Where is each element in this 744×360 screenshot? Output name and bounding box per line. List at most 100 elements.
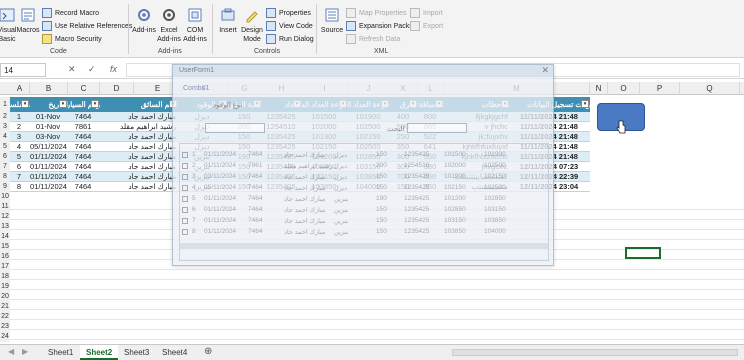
row-header-22[interactable]: 22 bbox=[0, 312, 10, 322]
filter-dropdown-icon[interactable]: ▾ bbox=[581, 100, 589, 108]
cancel-icon[interactable]: ✕ bbox=[68, 64, 76, 75]
userform-dialog[interactable]: UserForm1 ✕ Combo1 البحث نوع الوقود 1 01/… bbox=[172, 64, 554, 266]
dialog-list-row[interactable]: 1 01/11/2024 7464 مبارك احمد جاد ديزل 150 1235… bbox=[180, 150, 548, 160]
row-header-2[interactable]: 2 bbox=[0, 112, 10, 122]
add-sheet-icon[interactable]: ⊕ bbox=[204, 346, 212, 357]
checkbox[interactable] bbox=[182, 229, 188, 235]
column-header-n[interactable]: N bbox=[590, 82, 608, 95]
expansion-packs-button[interactable]: Expansion Packs bbox=[346, 21, 413, 31]
table-header-cell[interactable]: اسم السائق▾ bbox=[100, 97, 178, 112]
table-header-cell[interactable]: مسلسل▾ bbox=[10, 97, 30, 112]
table-cell[interactable]: 7464 bbox=[68, 162, 100, 172]
map-properties-button[interactable]: Map Properties bbox=[346, 8, 406, 18]
table-cell[interactable]: 01-Nov bbox=[30, 112, 68, 122]
table-cell[interactable]: 7464 bbox=[68, 142, 100, 152]
column-header-c[interactable]: C bbox=[68, 82, 100, 95]
table-cell[interactable]: 7464 bbox=[68, 182, 100, 192]
table-cell[interactable]: 01-Nov bbox=[30, 122, 68, 132]
scroll-left-icon[interactable]: ◀ bbox=[8, 347, 14, 356]
row-header-8[interactable]: 8 bbox=[0, 172, 10, 182]
row-header-3[interactable]: 3 bbox=[0, 122, 10, 132]
table-cell[interactable]: 6 bbox=[10, 162, 30, 172]
table-cell[interactable]: 7 bbox=[10, 172, 30, 182]
row-header-17[interactable]: 17 bbox=[0, 262, 10, 272]
import-button[interactable]: Import bbox=[410, 8, 443, 18]
table-cell[interactable]: مبارك احمد جاد bbox=[100, 182, 178, 192]
row-header-19[interactable]: 19 bbox=[0, 282, 10, 292]
row-header-15[interactable]: 15 bbox=[0, 242, 10, 252]
selected-cell[interactable] bbox=[625, 247, 661, 259]
table-cell[interactable]: مبارك احمد جاد bbox=[100, 142, 178, 152]
table-cell[interactable]: 7464 bbox=[68, 172, 100, 182]
row-header-1[interactable]: 1 bbox=[0, 97, 10, 112]
dialog-list-row[interactable]: 3 03/11/2024 7464 مبارك احمد جاد ديزل 150 1235… bbox=[180, 172, 548, 182]
checkbox[interactable] bbox=[182, 174, 188, 180]
sheet-tab-sheet3[interactable]: Sheet3 bbox=[118, 345, 155, 360]
column-header-a[interactable]: A bbox=[10, 82, 30, 95]
macros-button[interactable]: Macros bbox=[14, 6, 42, 35]
checkbox[interactable] bbox=[182, 152, 188, 158]
table-cell[interactable]: 05/11/2024 bbox=[30, 142, 68, 152]
table-cell[interactable]: مبارك احمد جاد bbox=[100, 162, 178, 172]
checkbox[interactable] bbox=[182, 163, 188, 169]
refresh-data-button[interactable]: Refresh Data bbox=[346, 34, 400, 44]
column-header-d[interactable]: D bbox=[100, 82, 134, 95]
checkbox[interactable] bbox=[182, 196, 188, 202]
enter-icon[interactable]: ✓ bbox=[88, 64, 96, 75]
table-cell[interactable]: 8 bbox=[10, 182, 30, 192]
dialog-list-row[interactable]: 2 01/11/2024 7861 رشيد ابراهيم مقلد ديزل 200 1… bbox=[180, 161, 548, 171]
table-header-cell[interactable]: التاريخ▾ bbox=[30, 97, 68, 112]
table-cell[interactable]: 7464 bbox=[68, 132, 100, 142]
row-header-21[interactable]: 21 bbox=[0, 302, 10, 312]
checkbox[interactable] bbox=[182, 207, 188, 213]
design-mode-button[interactable]: Design Mode bbox=[240, 6, 264, 44]
column-header-o[interactable]: O bbox=[608, 82, 640, 95]
dialog-list-row[interactable]: 6 01/11/2024 7464 مبارك احمد جاد بنزين 150 123… bbox=[180, 205, 548, 215]
filter-dropdown-icon[interactable]: ▾ bbox=[59, 100, 67, 108]
table-cell[interactable]: 01/11/2024 bbox=[30, 152, 68, 162]
table-cell[interactable]: مبارك احمد جاد bbox=[100, 132, 178, 142]
properties-button[interactable]: Properties bbox=[266, 8, 311, 18]
com-add-ins-button[interactable]: COM Add-ins bbox=[182, 6, 208, 44]
sheet-tab-sheet2[interactable]: Sheet2 bbox=[80, 345, 119, 360]
dialog-list-row[interactable]: 4 05/11/2024 7464 مبارك احمد جاد ديزل 150 1235… bbox=[180, 183, 548, 193]
row-header-4[interactable]: 4 bbox=[0, 132, 10, 142]
row-header-16[interactable]: 16 bbox=[0, 252, 10, 262]
row-header-12[interactable]: 12 bbox=[0, 212, 10, 222]
run-dialog-button[interactable]: Run Dialog bbox=[266, 34, 314, 44]
column-header-p[interactable]: P bbox=[640, 82, 680, 95]
table-cell[interactable]: 3 bbox=[10, 132, 30, 142]
column-header-q[interactable]: Q bbox=[680, 82, 740, 95]
table-cell[interactable]: 7861 bbox=[68, 122, 100, 132]
filter-dropdown-icon[interactable]: ▾ bbox=[21, 100, 29, 108]
sheet-tab-sheet4[interactable]: Sheet4 bbox=[156, 345, 193, 360]
row-header-23[interactable]: 23 bbox=[0, 322, 10, 332]
dialog-horizontal-scrollbar[interactable] bbox=[179, 243, 549, 249]
scroll-right-icon[interactable]: ▶ bbox=[22, 347, 28, 356]
row-header-10[interactable]: 10 bbox=[0, 192, 10, 202]
row-header-9[interactable]: 9 bbox=[0, 182, 10, 192]
table-cell[interactable]: 7464 bbox=[68, 112, 100, 122]
table-cell[interactable]: 5 bbox=[10, 152, 30, 162]
table-cell[interactable]: 2 bbox=[10, 122, 30, 132]
table-cell[interactable]: 03-Nov bbox=[30, 132, 68, 142]
dialog-fuel-combo[interactable] bbox=[205, 123, 265, 133]
row-header-18[interactable]: 18 bbox=[0, 272, 10, 282]
export-button[interactable]: Export bbox=[410, 21, 443, 31]
checkbox[interactable] bbox=[182, 218, 188, 224]
excel-add-ins-button[interactable]: Excel Add-ins bbox=[156, 6, 182, 44]
table-cell[interactable]: 7464 bbox=[68, 152, 100, 162]
macro-security-button[interactable]: Macro Security bbox=[42, 34, 102, 44]
row-header-13[interactable]: 13 bbox=[0, 222, 10, 232]
row-header-11[interactable]: 11 bbox=[0, 202, 10, 212]
record-macro-button[interactable]: Record Macro bbox=[42, 8, 99, 18]
filter-dropdown-icon[interactable]: ▾ bbox=[91, 100, 99, 108]
table-cell[interactable]: 1 bbox=[10, 112, 30, 122]
dialog-list-row[interactable]: 7 01/11/2024 7464 مبارك احمد جاد بنزين 150 123… bbox=[180, 216, 548, 226]
close-icon[interactable]: ✕ bbox=[541, 65, 549, 76]
row-header-5[interactable]: 5 bbox=[0, 142, 10, 152]
insert-function-icon[interactable]: fx bbox=[110, 64, 117, 74]
name-box[interactable]: 14 bbox=[0, 63, 46, 77]
row-header-14[interactable]: 14 bbox=[0, 232, 10, 242]
table-cell[interactable]: 01/11/2024 bbox=[30, 182, 68, 192]
